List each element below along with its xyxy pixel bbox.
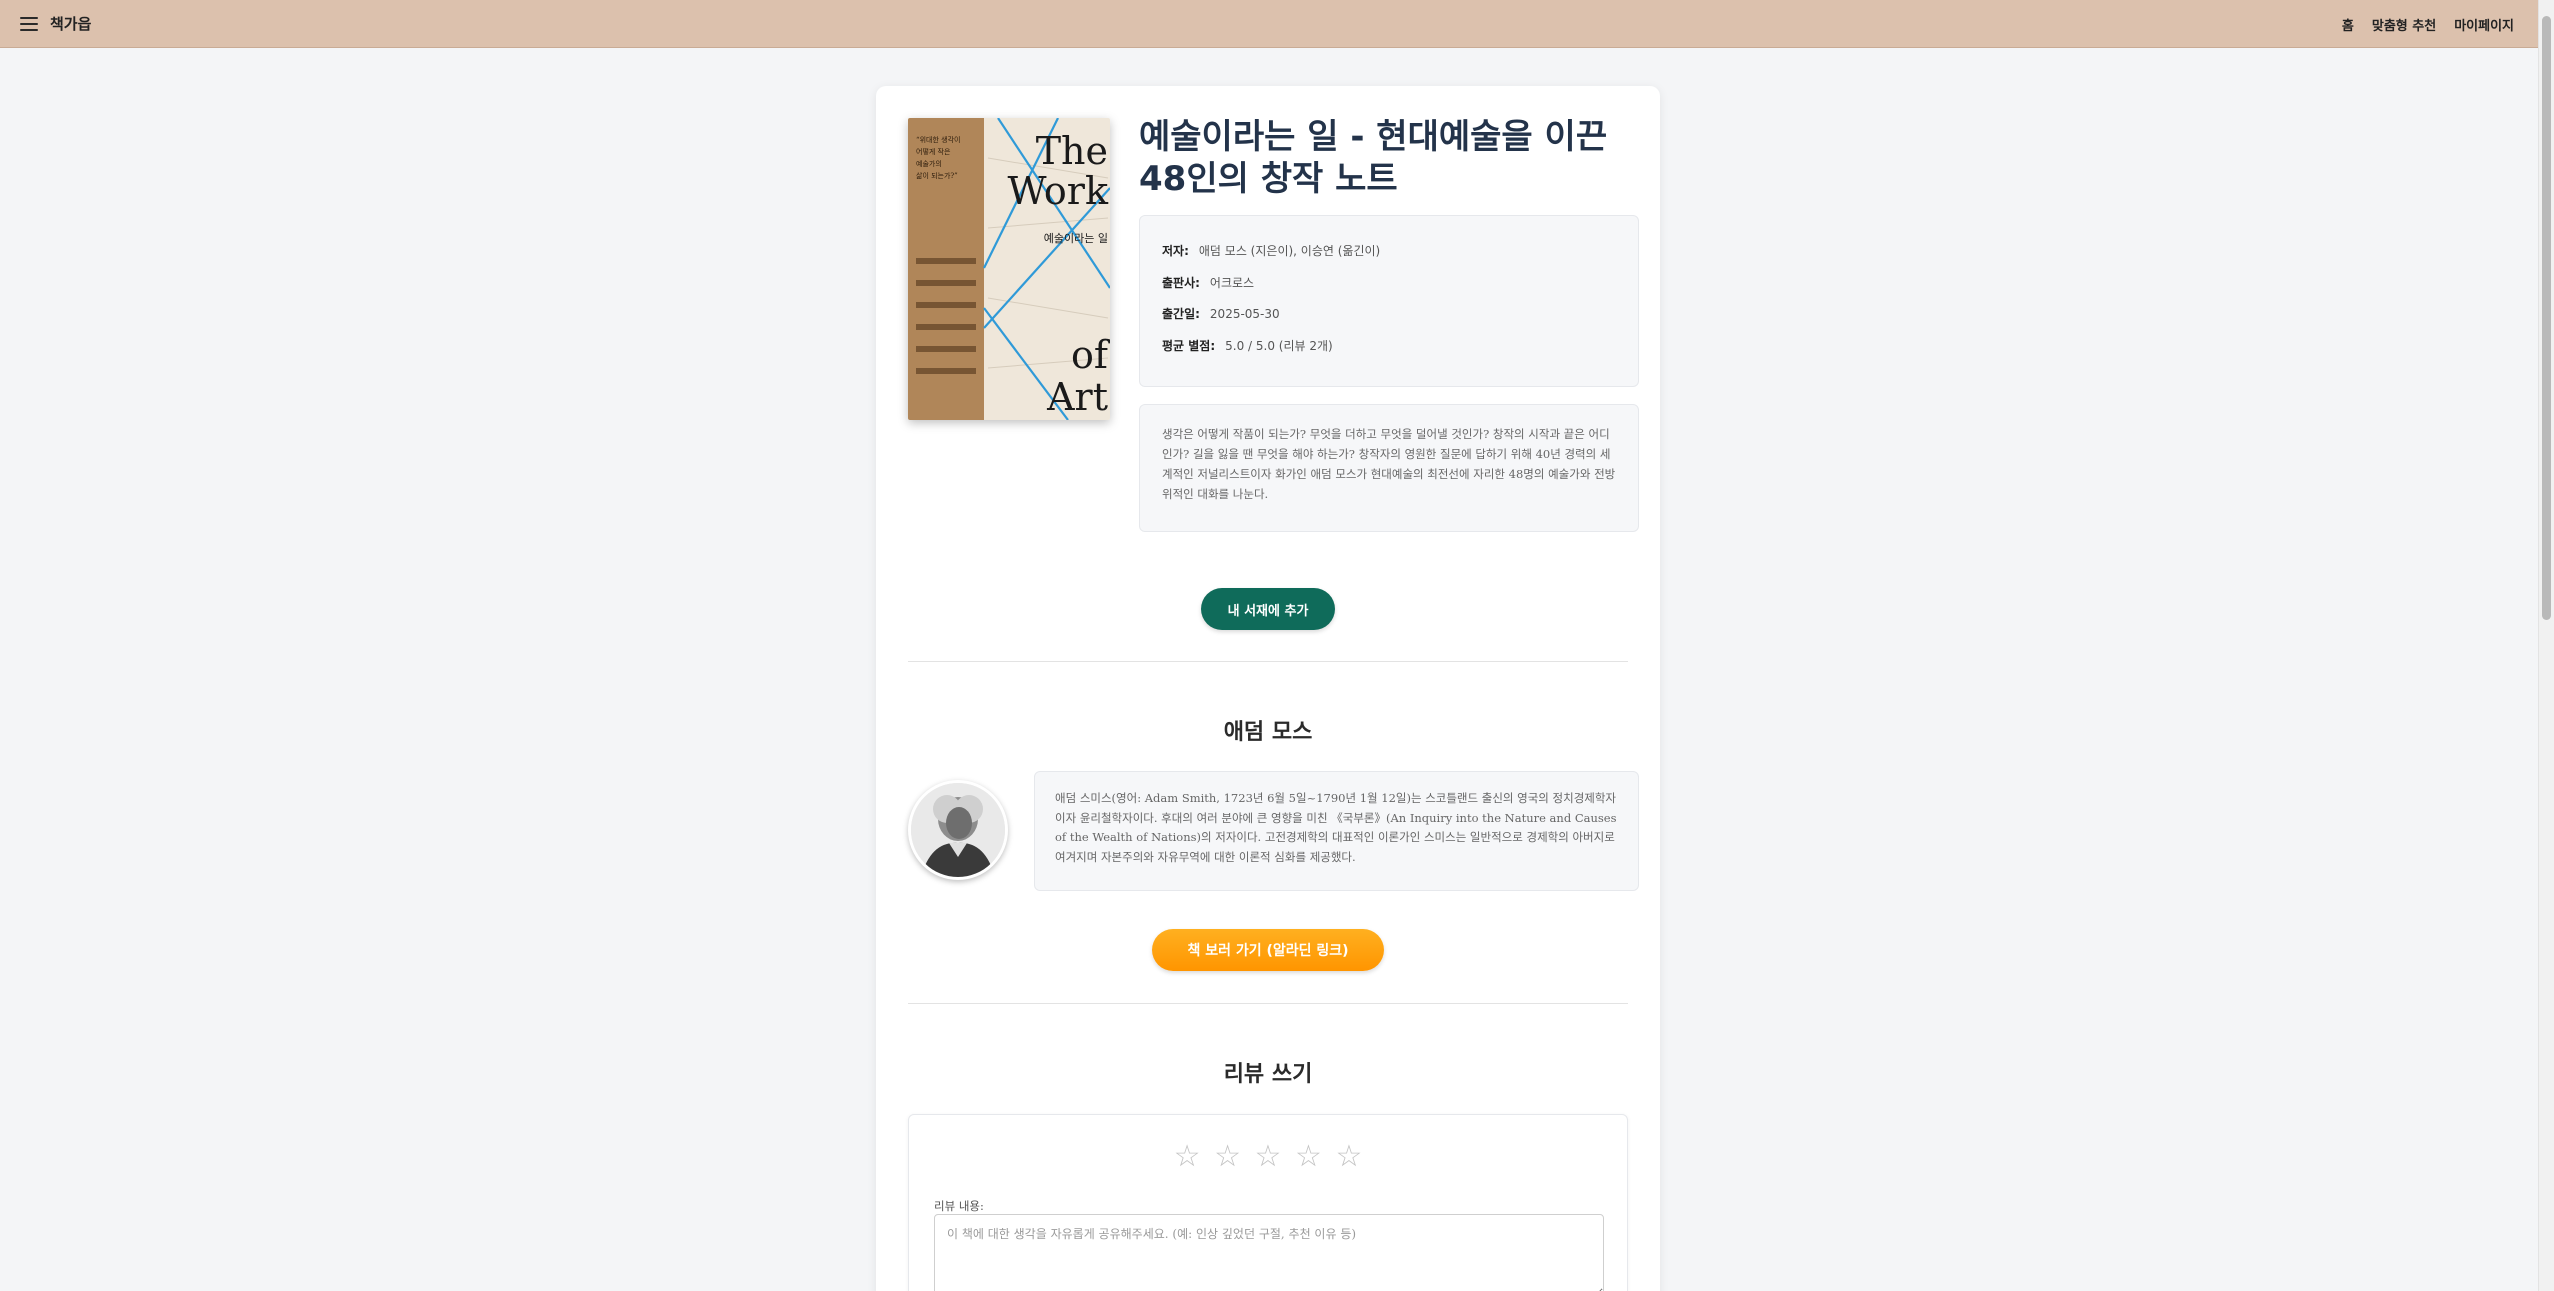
star-icon[interactable]: ☆: [1255, 1139, 1284, 1174]
add-to-shelf-button[interactable]: 내 서재에 추가: [1201, 588, 1335, 630]
meta-publisher-value: 어크로스: [1209, 275, 1255, 290]
book-description: 생각은 어떻게 작품이 되는가? 무엇을 더하고 무엇을 덜어낼 것인가? 창작…: [1139, 404, 1639, 532]
review-content-label: 리뷰 내용:: [934, 1199, 984, 1213]
meta-pubdate: 출간일: 2025-05-30: [1162, 305, 1616, 337]
meta-author-label: 저자:: [1162, 244, 1189, 258]
review-section-title: 리뷰 쓰기: [1223, 1062, 1313, 1087]
book-cover: “위대한 생각이 어떻게 작은 예술가의 삶이 되는가?” The Work 예…: [908, 118, 1110, 420]
svg-text:예술이라는 일: 예술이라는 일: [1044, 231, 1108, 245]
aladin-link-button[interactable]: 책 보러 가기 (알라딘 링크): [1152, 929, 1384, 971]
meta-pubdate-label: 출간일:: [1162, 307, 1200, 321]
menu-icon[interactable]: [20, 16, 38, 31]
author-bio: 애덤 스미스(영어: Adam Smith, 1723년 6월 5일~1790년…: [1034, 771, 1639, 891]
meta-pubdate-value: 2025-05-30: [1209, 307, 1280, 321]
nav-links: 홈 맞춤형 추천 마이페이지: [2342, 0, 2514, 48]
brand-logo[interactable]: 책가읍: [50, 13, 91, 34]
top-navbar: 책가읍 홈 맞춤형 추천 마이페이지: [0, 0, 2538, 48]
star-icon[interactable]: ☆: [1214, 1139, 1243, 1174]
book-detail-card: “위대한 생각이 어떻게 작은 예술가의 삶이 되는가?” The Work 예…: [876, 86, 1660, 1291]
book-cover-image: “위대한 생각이 어떻게 작은 예술가의 삶이 되는가?” The Work 예…: [908, 118, 1110, 420]
svg-text:삶이 되는가?”: 삶이 되는가?”: [916, 171, 958, 180]
book-title: 예술이라는 일 - 현대예술을 이끈 48인의 창작 노트: [1139, 117, 1608, 199]
svg-text:“위대한 생각이: “위대한 생각이: [916, 135, 960, 144]
meta-publisher: 출판사: 어크로스: [1162, 274, 1616, 306]
meta-author-value: 애덤 모스 (지은이), 이승연 (옮긴이): [1198, 244, 1381, 258]
divider: [908, 661, 1628, 662]
svg-text:어떻게 작은: 어떻게 작은: [916, 147, 951, 156]
star-icon[interactable]: ☆: [1295, 1139, 1324, 1174]
nav-link-recommend[interactable]: 맞춤형 추천: [2372, 15, 2436, 34]
author-portrait: [911, 783, 1005, 877]
svg-text:Art: Art: [1046, 375, 1108, 419]
svg-text:예술가의: 예술가의: [916, 159, 942, 168]
star-icon[interactable]: ☆: [1174, 1139, 1203, 1174]
book-meta: 저자: 애덤 모스 (지은이), 이승연 (옮긴이) 출판사: 어크로스 출간일: 2…: [1139, 215, 1639, 387]
meta-publisher-label: 출판사:: [1162, 275, 1200, 290]
meta-author: 저자: 애덤 모스 (지은이), 이승연 (옮긴이): [1162, 242, 1616, 274]
meta-rating: 평균 별점: 5.0 / 5.0 (리뷰 2개): [1162, 337, 1616, 369]
svg-text:The: The: [1036, 129, 1108, 173]
nav-link-mypage[interactable]: 마이페이지: [2454, 15, 2514, 34]
star-rating[interactable]: ☆ ☆ ☆ ☆ ☆: [909, 1139, 1629, 1174]
author-section-title: 애덤 모스: [1223, 720, 1313, 745]
nav-link-home[interactable]: 홈: [2342, 15, 2354, 34]
meta-rating-label: 평균 별점:: [1162, 338, 1216, 353]
review-form: ☆ ☆ ☆ ☆ ☆ 리뷰 내용:: [908, 1114, 1628, 1291]
star-icon[interactable]: ☆: [1335, 1139, 1364, 1174]
divider: [908, 1003, 1628, 1004]
scrollbar-thumb[interactable]: [2542, 16, 2551, 620]
svg-text:of: of: [1071, 333, 1110, 377]
meta-rating-value: 5.0 / 5.0 (리뷰 2개): [1225, 338, 1333, 353]
review-textarea[interactable]: [934, 1214, 1604, 1291]
svg-text:Work: Work: [1007, 169, 1109, 213]
author-avatar: [908, 780, 1008, 880]
scrollbar[interactable]: [2538, 0, 2554, 1291]
